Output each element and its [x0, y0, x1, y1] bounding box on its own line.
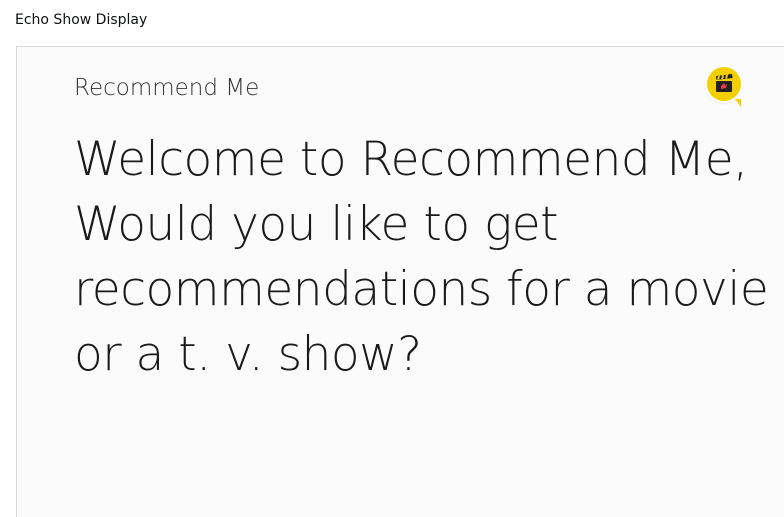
clapperboard-icon	[707, 67, 741, 101]
panel-title: Echo Show Display	[15, 12, 148, 28]
skill-title: Recommend Me	[74, 75, 260, 101]
echo-show-display: Recommend Me Welcome to Recommend Me, Wo…	[16, 46, 784, 517]
primary-message: Welcome to Recommend Me, Would you like …	[74, 132, 769, 382]
logo-speech-tail	[735, 99, 741, 107]
